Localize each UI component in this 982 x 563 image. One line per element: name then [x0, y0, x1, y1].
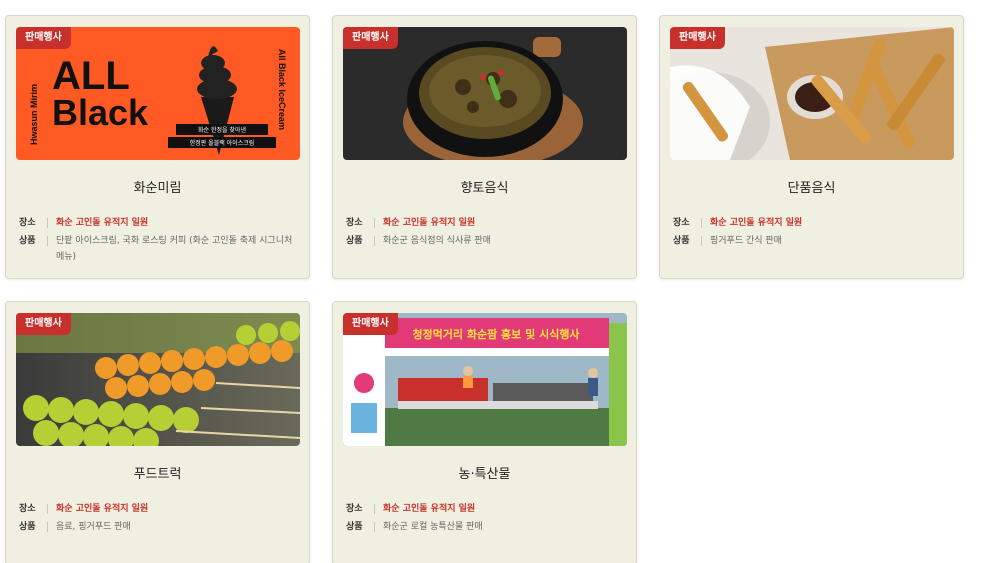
- program-card[interactable]: ALL Black Hwasun Mirim All Black IceCrea…: [5, 15, 310, 279]
- category-badge: 판매행사: [343, 313, 398, 335]
- divider: [47, 236, 48, 246]
- product-value: 핑거푸드 간식 판매: [710, 236, 782, 246]
- divider: [374, 504, 375, 514]
- program-card[interactable]: 청정먹거리 화순팜 홍보 및 시식행사 판매행사 농·특산물 장소 화순 고인돌…: [332, 301, 637, 563]
- card-image-churros: 판매행사: [670, 27, 954, 160]
- card-title: 단품음식: [787, 181, 836, 196]
- program-card[interactable]: 판매행사 단품음식 장소 화순 고인돌 유적지 일원 상품 핑거푸드 간식 판매: [659, 15, 964, 279]
- product-value: 화순군 로컬 농특산물 판매: [383, 522, 483, 532]
- program-card[interactable]: 판매행사 푸드트럭 장소 화순 고인돌 유적지 일원 상품 음료, 핑거푸드 판…: [5, 301, 310, 563]
- place-label: 장소: [673, 218, 690, 228]
- place-label: 장소: [346, 218, 363, 228]
- category-badge: 판매행사: [670, 27, 725, 49]
- place-value: 화순 고인돌 유적지 일원: [56, 218, 149, 228]
- divider: [701, 218, 702, 228]
- card-info: 장소 화순 고인돌 유적지 일원 상품 화순군 음식점의 식사류 판매: [346, 215, 626, 251]
- card-title: 향토음식: [460, 181, 509, 196]
- program-card[interactable]: 판매행사 향토음식 장소 화순 고인돌 유적지 일원 상품 화순군 음식점의 식…: [332, 15, 637, 279]
- divider: [701, 236, 702, 246]
- product-value: 화순군 음식점의 식사류 판매: [383, 236, 491, 246]
- card-info: 장소 화순 고인돌 유적지 일원 상품 단팥 아이스크림, 국화 로스팅 커피 …: [19, 215, 299, 267]
- place-value: 화순 고인돌 유적지 일원: [383, 218, 476, 228]
- product-label: 상품: [19, 522, 36, 532]
- card-image-skewers: 판매행사: [16, 313, 300, 446]
- divider: [47, 218, 48, 228]
- place-label: 장소: [346, 504, 363, 514]
- divider: [47, 504, 48, 514]
- card-info: 장소 화순 고인돌 유적지 일원 상품 핑거푸드 간식 판매: [673, 215, 953, 251]
- place-value: 화순 고인돌 유적지 일원: [383, 504, 476, 514]
- card-info: 장소 화순 고인돌 유적지 일원 상품 음료, 핑거푸드 판매: [19, 501, 299, 537]
- card-image-market: 청정먹거리 화순팜 홍보 및 시식행사 판매행사: [343, 313, 627, 446]
- program-card-grid: ALL Black Hwasun Mirim All Black IceCrea…: [0, 0, 982, 563]
- poster-headline-2: Black: [52, 92, 149, 133]
- product-label: 상품: [346, 236, 363, 246]
- card-image-stew: 판매행사: [343, 27, 627, 160]
- product-label: 상품: [19, 236, 36, 246]
- divider: [47, 522, 48, 532]
- product-label: 상품: [346, 522, 363, 532]
- divider: [374, 236, 375, 246]
- product-value: 음료, 핑거푸드 판매: [56, 522, 131, 532]
- product-value: 단팥 아이스크림, 국화 로스팅 커피 (화순 고인돌 축제 시그니처 메뉴): [56, 236, 293, 262]
- poster-caption-2: 한정판 올블랙 아이스크림: [190, 139, 255, 147]
- card-title: 푸드트럭: [133, 467, 182, 482]
- divider: [374, 218, 375, 228]
- place-value: 화순 고인돌 유적지 일원: [710, 218, 803, 228]
- category-badge: 판매행사: [16, 27, 71, 49]
- card-image-icecream: ALL Black Hwasun Mirim All Black IceCrea…: [16, 27, 300, 160]
- category-badge: 판매행사: [16, 313, 71, 335]
- place-label: 장소: [19, 218, 36, 228]
- card-title: 농·특산물: [458, 467, 511, 482]
- category-badge: 판매행사: [343, 27, 398, 49]
- card-info: 장소 화순 고인돌 유적지 일원 상품 화순군 로컬 농특산물 판매: [346, 501, 626, 537]
- poster-side-left: Hwasun Mirim: [29, 84, 39, 145]
- place-label: 장소: [19, 504, 36, 514]
- product-label: 상품: [673, 236, 690, 246]
- divider: [374, 522, 375, 532]
- card-title: 화순미림: [133, 181, 182, 196]
- place-value: 화순 고인돌 유적지 일원: [56, 504, 149, 514]
- market-banner-text: 청정먹거리 화순팜 홍보 및 시식행사: [412, 327, 580, 341]
- poster-caption-1: 화순 한정을 찾아낸: [198, 126, 246, 134]
- poster-side-right: All Black IceCream: [277, 49, 287, 130]
